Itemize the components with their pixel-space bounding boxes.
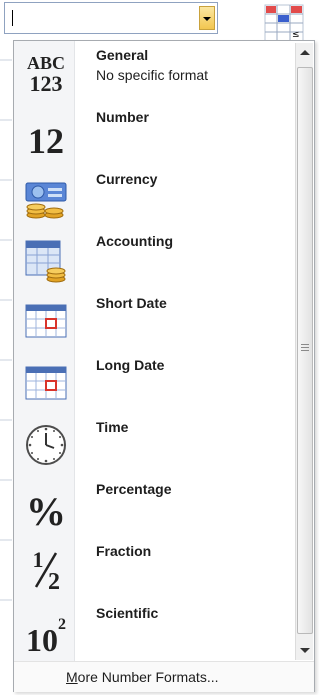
number-format-combo[interactable] [4,2,218,34]
scroll-up-arrow-icon[interactable] [296,45,313,61]
more-number-formats-footer[interactable]: More Number Formats... [14,661,314,692]
format-subtitle-general: No specific format [96,67,209,83]
more-mnemonic: M [66,669,78,685]
sheet-row-lines [0,59,12,601]
format-label-percentage: Percentage [96,481,172,497]
format-item-percentage[interactable]: % Percentage [14,475,297,537]
format-item-long-date[interactable]: Long Date [14,351,297,413]
format-label-fraction: Fraction [96,543,152,559]
fraction-denominator: 2 [48,569,60,593]
thumb-grip-line [301,347,309,348]
scroll-thumb[interactable] [297,67,313,634]
format-item-time[interactable]: Time [14,413,297,475]
format-label-number: Number [96,109,149,125]
dropdown-arrow-button[interactable] [199,6,215,30]
fraction-numerator: 1 [33,547,44,572]
more-label-rest: ore Number Formats... [77,669,219,685]
format-label-long-date: Long Date [96,357,165,373]
text-caret [12,10,13,26]
format-item-scientific[interactable]: 10 2 Scientific [14,599,297,661]
general-glyph-top: ABC [27,53,65,73]
vertical-scrollbar[interactable] [295,43,313,660]
format-label-currency: Currency [96,171,158,187]
conditional-format-icon[interactable]: ≤ [264,4,304,42]
scientific-exponent: 2 [58,616,66,633]
percent-icon: % [26,489,66,531]
more-number-formats-link[interactable]: More Number Formats... [66,669,219,685]
accounting-icon [25,240,66,283]
format-label-scientific: Scientific [96,605,159,621]
scientific-base: 10 [26,622,58,655]
currency-icon [25,182,67,219]
format-label-time: Time [96,419,129,435]
short-date-calendar-icon [25,304,67,338]
format-item-general[interactable]: ABC 123 General No specific format [14,41,297,103]
percent-glyph: % [26,489,66,531]
fraction-icon: 1 2 [33,547,61,593]
number-format-dropdown: ABC 123 General No specific format 12 Nu… [13,40,315,692]
number-12-icon: 12 [28,121,64,159]
number-glyph: 12 [28,121,64,159]
format-item-currency[interactable]: Currency [14,165,297,227]
scientific-icon: 10 2 [26,616,66,655]
format-item-number[interactable]: 12 Number [14,103,297,165]
general-abc123-icon: ABC 123 [27,53,65,96]
clock-icon [26,425,66,465]
scroll-down-arrow-icon[interactable] [296,642,313,658]
thumb-grip-line [301,350,309,351]
format-label-short-date: Short Date [96,295,167,311]
format-label-general: General [96,47,149,63]
svg-text:≤: ≤ [292,30,300,40]
format-item-accounting[interactable]: Accounting [14,227,297,289]
format-label-accounting: Accounting [96,233,173,249]
format-item-short-date[interactable]: Short Date [14,289,297,351]
thumb-grip-line [301,344,309,345]
format-item-fraction[interactable]: 1 2 Fraction [14,537,297,599]
general-glyph-bottom: 123 [30,71,63,96]
long-date-calendar-icon [25,366,67,400]
